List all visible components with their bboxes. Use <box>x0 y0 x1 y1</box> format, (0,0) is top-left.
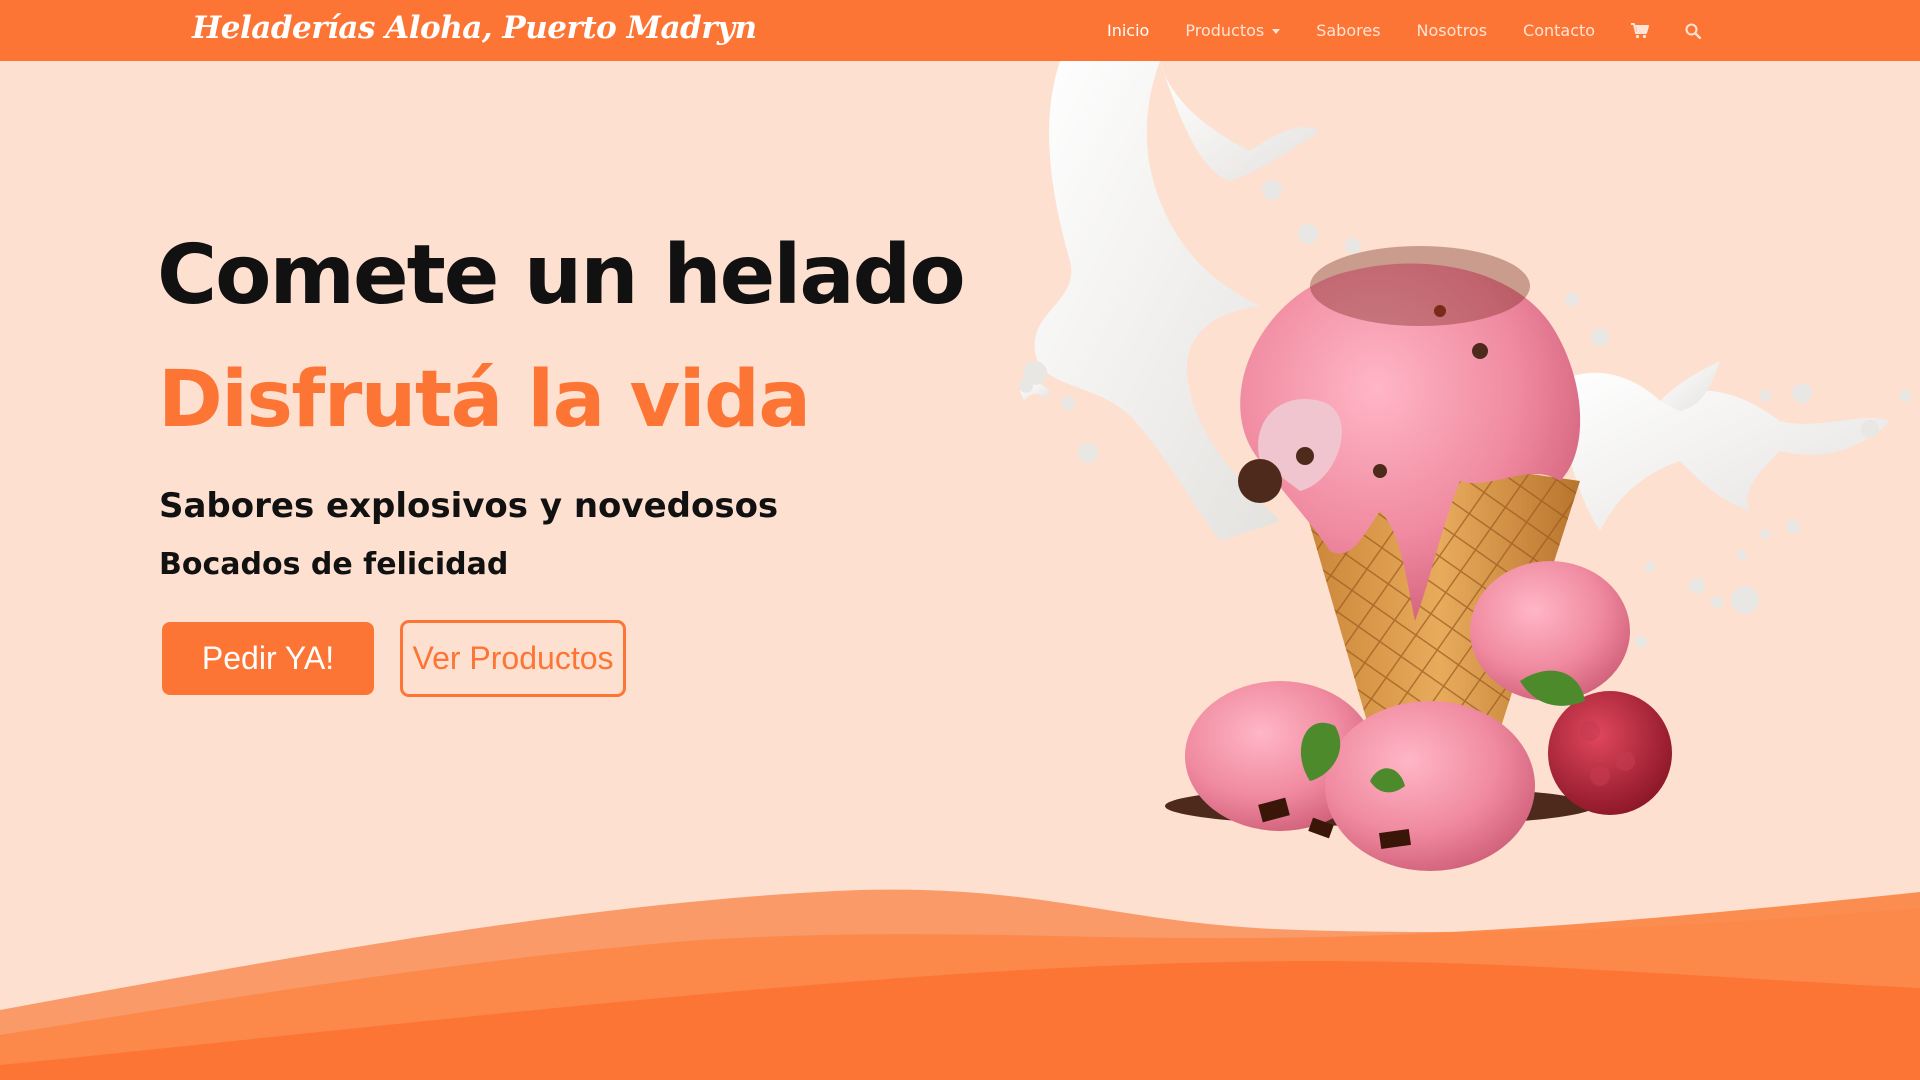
nav-item-label: Nosotros <box>1416 21 1488 40</box>
view-products-button[interactable]: Ver Productos <box>400 620 626 697</box>
brand-logo[interactable]: Heladerías Aloha, Puerto Madryn <box>192 10 757 46</box>
nav-item-contacto[interactable]: Contacto <box>1523 21 1595 40</box>
scoop-front <box>1325 701 1535 871</box>
decorative-waves <box>0 889 1920 1080</box>
nav-item-label: Productos <box>1185 21 1265 40</box>
hero-tagline-2: Bocados de felicidad <box>159 547 509 582</box>
nav-item-sabores[interactable]: Sabores <box>1316 21 1380 40</box>
hero-title: Comete un helado <box>157 228 966 323</box>
navbar: Heladerías Aloha, Puerto Madryn Inicio P… <box>0 0 1920 61</box>
search-icon[interactable] <box>1685 23 1702 39</box>
nav-item-inicio[interactable]: Inicio <box>1107 21 1149 40</box>
nav-links: Inicio Productos Sabores Nosotros Contac… <box>1107 0 1702 61</box>
ice-cream-illustration <box>1019 61 1911 871</box>
nav-item-label: Contacto <box>1523 21 1596 40</box>
nav-item-nosotros[interactable]: Nosotros <box>1417 21 1488 40</box>
cart-icon[interactable] <box>1631 22 1650 39</box>
hero-subtitle: Disfrutá la vida <box>158 355 811 445</box>
order-now-button[interactable]: Pedir YA! <box>162 622 374 695</box>
nav-item-productos[interactable]: Productos <box>1185 21 1281 40</box>
nav-item-label: Inicio <box>1107 21 1150 40</box>
raspberry <box>1548 691 1672 815</box>
nav-item-label: Sabores <box>1316 21 1381 40</box>
hero-tagline-1: Sabores explosivos y novedosos <box>159 486 779 526</box>
caret-down-icon <box>1272 29 1281 34</box>
